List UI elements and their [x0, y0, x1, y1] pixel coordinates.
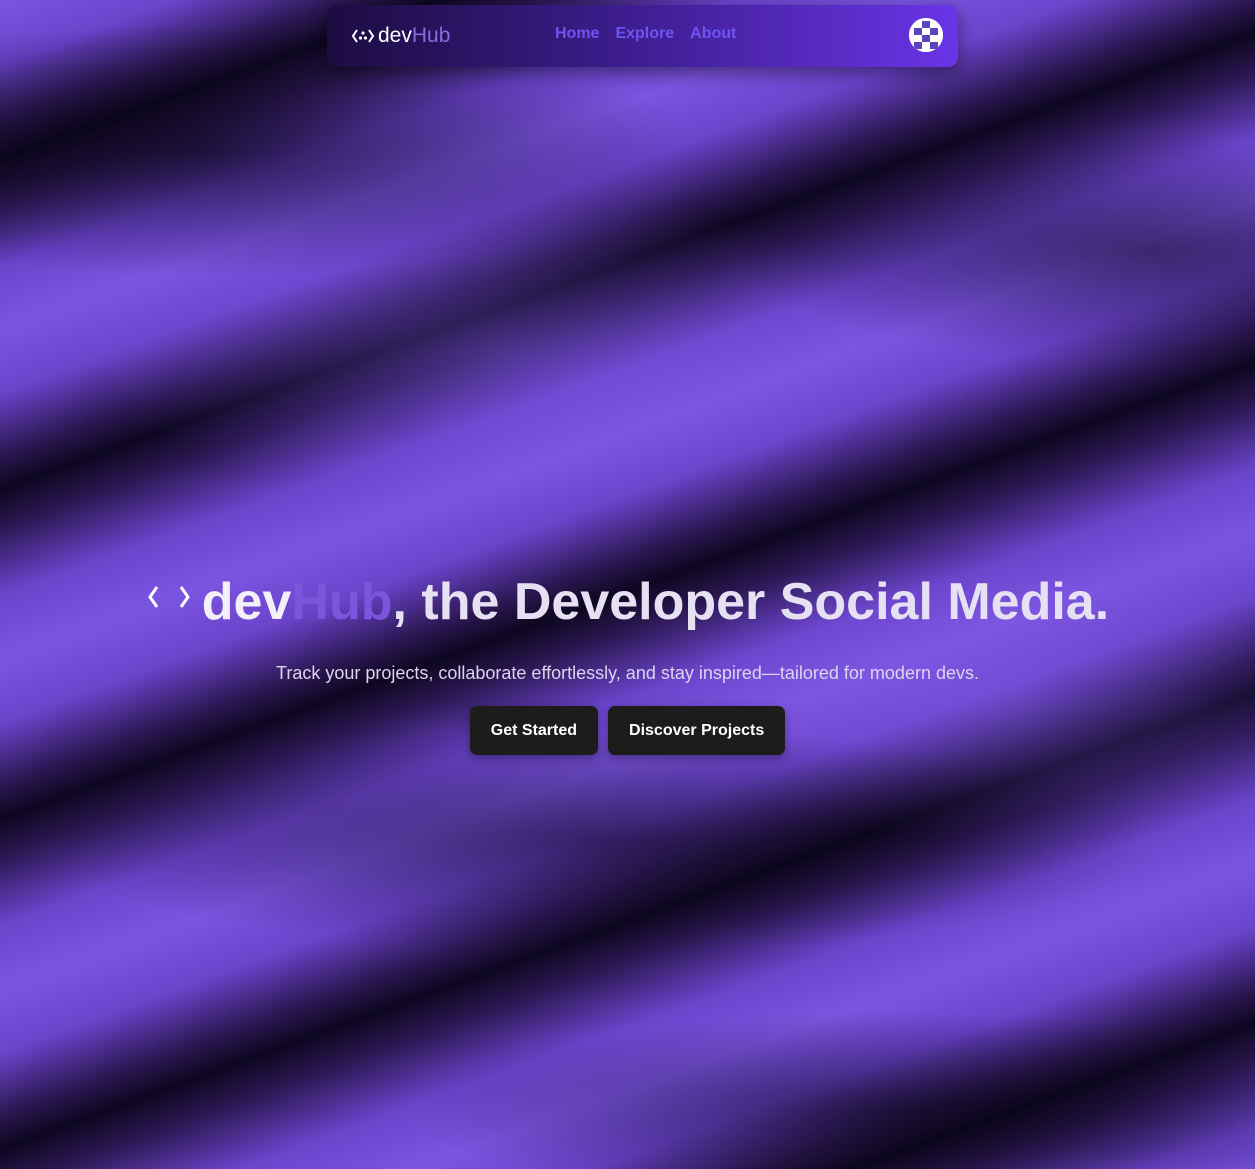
landing-page: dev Hub Home Explore About dev Hub , the…	[0, 0, 1255, 1169]
get-started-button[interactable]: Get Started	[469, 706, 599, 755]
hero-title-hub: Hub	[291, 573, 393, 631]
code-brackets-icon	[146, 581, 192, 613]
hero-title-tagline: , the Developer Social Media.	[392, 573, 1110, 631]
hero-subtitle: Track your projects, collaborate effortl…	[276, 663, 979, 683]
user-avatar[interactable]	[909, 18, 943, 52]
hero-title-dev: dev	[201, 573, 292, 631]
pixel-avatar-icon	[909, 18, 943, 52]
nav-link-about[interactable]: About	[690, 25, 736, 43]
hero-actions: Get Started Discover Projects	[0, 706, 1255, 755]
brand-hub-text: Hub	[411, 24, 451, 47]
top-navbar: dev Hub Home Explore About	[327, 5, 958, 67]
nav-links: Home Explore About	[555, 25, 736, 43]
hero-title: dev Hub, the Developer Social Media.	[0, 572, 1255, 632]
nav-link-explore[interactable]: Explore	[615, 25, 674, 43]
brand-logo[interactable]: dev Hub	[351, 22, 450, 50]
discover-projects-button[interactable]: Discover Projects	[608, 706, 786, 755]
brand-dev-text: dev	[378, 24, 412, 47]
code-brackets-icon	[351, 27, 375, 45]
nav-link-home[interactable]: Home	[555, 25, 599, 43]
